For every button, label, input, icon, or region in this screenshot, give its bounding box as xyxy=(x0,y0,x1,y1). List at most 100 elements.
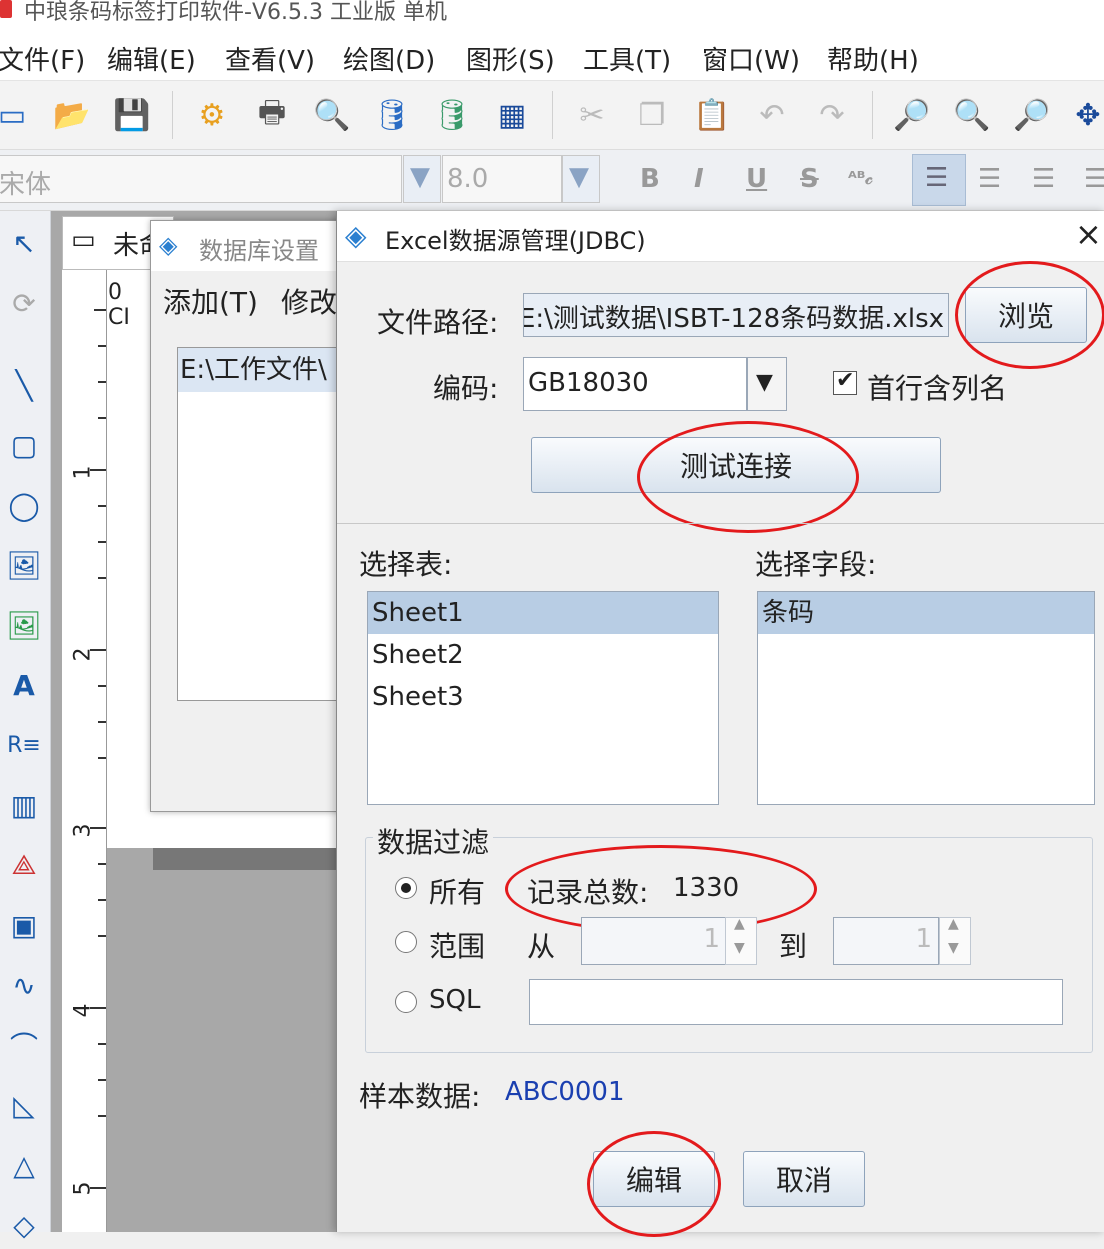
zoom-fit-icon[interactable]: 🔎 xyxy=(1012,95,1052,135)
encoding-dropdown-button[interactable]: ▼ xyxy=(747,357,787,411)
database-settings-icon[interactable]: 🛢 xyxy=(372,95,412,135)
picture-icon[interactable]: 🖼 xyxy=(2,601,46,649)
underline-button[interactable]: U xyxy=(746,164,767,194)
browse-button[interactable]: 浏览 xyxy=(965,287,1087,343)
radio-range-label: 范围 xyxy=(429,930,486,963)
cut-icon[interactable]: ✂ xyxy=(572,95,612,135)
grid-icon[interactable]: ▦ xyxy=(492,95,532,135)
main-toolbar: ▭ 📂 💾 ⚙ 🖶 🔍 🛢 🛢 ▦ ✂ ❐ 📋 ↶ ↷ 🔎 🔍 🔎 ✥ xyxy=(0,81,1104,235)
open-folder-icon[interactable]: 📂 xyxy=(52,95,92,135)
bold-button[interactable]: B xyxy=(640,164,660,194)
edit-button[interactable]: 编辑 xyxy=(593,1151,715,1207)
rich-text-icon[interactable]: R≡ xyxy=(2,721,46,769)
select-arrow-icon[interactable]: ↖ xyxy=(2,219,46,267)
cancel-button[interactable]: 取消 xyxy=(743,1151,865,1207)
menu-tools[interactable]: 工具(T) xyxy=(583,40,671,77)
field-item-barcode[interactable]: 条码 xyxy=(758,592,1094,634)
align-center-button[interactable]: ☰ xyxy=(978,164,1001,194)
spinner-up-icon[interactable]: ▲ xyxy=(734,916,745,932)
settings-gear-icon[interactable]: ⚙ xyxy=(192,95,232,135)
polygon-icon[interactable]: ◺ xyxy=(2,1081,46,1129)
paste-icon[interactable]: 📋 xyxy=(692,95,732,135)
print-icon[interactable]: 🖶 xyxy=(252,95,292,135)
spinner-down-icon[interactable]: ▼ xyxy=(948,940,959,956)
add-menu[interactable]: 添加(T) xyxy=(163,281,258,321)
menu-file[interactable]: 文件(F) xyxy=(0,40,85,77)
range-to-spinner[interactable]: ▲ ▼ xyxy=(939,916,971,965)
diamond-icon[interactable]: ◇ xyxy=(2,1201,46,1249)
encoding-label: 编码: xyxy=(433,372,499,405)
zoom-out-icon[interactable]: 🔍 xyxy=(952,95,992,135)
strikethrough-button[interactable]: S xyxy=(800,164,819,194)
dialog-title: Excel数据源管理(JDBC) xyxy=(385,227,646,255)
radio-sql-label: SQL xyxy=(429,985,481,1015)
ruler-ticks xyxy=(90,309,106,1189)
new-icon[interactable]: ▭ xyxy=(0,95,32,135)
radio-range[interactable] xyxy=(395,931,417,953)
shape-icon[interactable]: ⟁ xyxy=(2,841,46,889)
qrcode-icon[interactable]: ▣ xyxy=(2,901,46,949)
barcode-icon[interactable]: ▥ xyxy=(2,781,46,829)
table-item-sheet3[interactable]: Sheet3 xyxy=(368,676,718,718)
arc-icon[interactable]: ⌒ xyxy=(2,1021,46,1069)
spinner-down-icon[interactable]: ▼ xyxy=(734,940,745,956)
modify-menu[interactable]: 修改 xyxy=(281,281,337,321)
canvas-scroll-strip xyxy=(153,848,353,870)
database-connect-icon[interactable]: 🛢 xyxy=(432,95,472,135)
range-to-field[interactable]: 1 xyxy=(833,917,939,965)
rotate-icon[interactable]: ⟳ xyxy=(2,279,46,327)
copy-icon[interactable]: ❐ xyxy=(632,95,672,135)
font-size-dropdown-button[interactable]: ▼ xyxy=(562,155,600,203)
encoding-value: GB18030 xyxy=(528,368,649,398)
menu-edit[interactable]: 编辑(E) xyxy=(107,40,196,77)
save-icon[interactable]: 💾 xyxy=(112,95,152,135)
radio-all[interactable] xyxy=(395,877,417,899)
encoding-select[interactable]: GB18030 xyxy=(523,357,747,411)
align-right-button[interactable]: ☰ xyxy=(1032,164,1055,194)
menu-window[interactable]: 窗口(W) xyxy=(702,40,800,77)
datasource-list[interactable]: E:\工作文件\ xyxy=(177,347,351,701)
print-preview-icon[interactable]: 🔍 xyxy=(312,95,352,135)
align-left-button[interactable]: ☰ xyxy=(912,154,966,206)
file-path-label: 文件路径: xyxy=(377,306,499,339)
zoom-in-icon[interactable]: 🔎 xyxy=(892,95,932,135)
menu-shape[interactable]: 图形(S) xyxy=(466,40,555,77)
font-size-select[interactable]: 8.0 xyxy=(442,155,562,203)
align-justify-button[interactable]: ☰ xyxy=(1084,164,1104,194)
menu-draw[interactable]: 绘图(D) xyxy=(343,40,435,77)
ellipse-icon[interactable]: ◯ xyxy=(2,481,46,529)
range-from-label: 从 xyxy=(527,930,556,963)
font-select[interactable]: 宋体 xyxy=(0,155,402,203)
table-item-sheet2[interactable]: Sheet2 xyxy=(368,634,718,676)
datasource-item[interactable]: E:\工作文件\ xyxy=(178,348,350,392)
text-style-icon[interactable]: ᴬᴮ𝒸 xyxy=(848,168,873,189)
spinner-up-icon[interactable]: ▲ xyxy=(948,916,959,932)
font-dropdown-button[interactable]: ▼ xyxy=(403,155,441,203)
file-path-field[interactable]: E:\测试数据\ISBT-128条码数据.xlsx xyxy=(523,293,949,337)
range-to-label: 到 xyxy=(779,930,808,963)
menu-help[interactable]: 帮助(H) xyxy=(827,40,919,77)
line-icon[interactable]: ╲ xyxy=(2,361,46,409)
sql-input[interactable] xyxy=(529,979,1063,1025)
header-row-checkbox[interactable]: ✔ xyxy=(833,368,857,395)
test-connection-button[interactable]: 测试连接 xyxy=(531,437,941,493)
redo-icon[interactable]: ↷ xyxy=(812,95,852,135)
italic-button[interactable]: I xyxy=(694,164,704,194)
chevron-down-icon: ▼ xyxy=(756,370,773,395)
close-button[interactable]: × xyxy=(1075,215,1102,253)
undo-icon[interactable]: ↶ xyxy=(752,95,792,135)
table-item-sheet1[interactable]: Sheet1 xyxy=(368,592,718,634)
field-list[interactable]: 条码 xyxy=(757,591,1095,805)
range-from-spinner[interactable]: ▲ ▼ xyxy=(725,916,757,965)
radio-sql[interactable] xyxy=(395,991,417,1013)
table-list[interactable]: Sheet1 Sheet2 Sheet3 xyxy=(367,591,719,805)
move-icon[interactable]: ✥ xyxy=(1068,95,1104,135)
align-left-icon: ☰ xyxy=(925,163,949,193)
image-icon[interactable]: 🖼 xyxy=(2,541,46,589)
rectangle-icon[interactable]: ▢ xyxy=(2,421,46,469)
curve-icon[interactable]: ∿ xyxy=(2,961,46,1009)
text-icon[interactable]: A xyxy=(2,661,46,709)
range-from-field[interactable]: 1 xyxy=(581,917,727,965)
triangle-icon[interactable]: △ xyxy=(2,1141,46,1189)
menu-view[interactable]: 查看(V) xyxy=(225,40,315,77)
